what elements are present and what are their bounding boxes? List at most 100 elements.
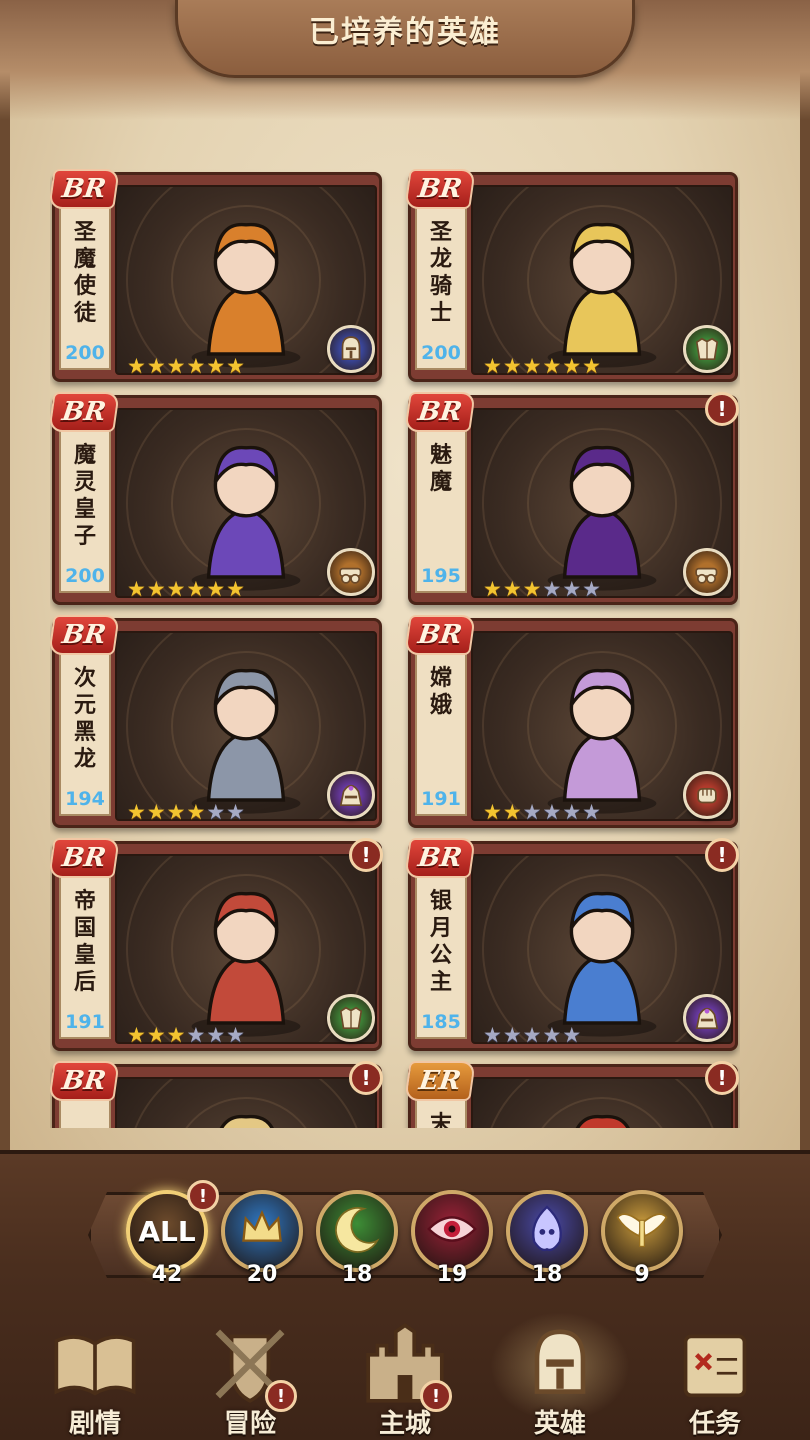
star-rating: ★ ★ ★ ★ ★ ★ [127,355,245,377]
star-filled-icon: ★ [127,354,146,378]
star-rating: ★ ★ ★ ★ ★ ★ [483,355,601,377]
filter-count: 20 [246,1262,278,1287]
hero-portrait [115,1077,377,1128]
hero-name: 末 [429,1111,452,1128]
hero-name: 银 月 公 主 [429,888,452,995]
nav-label: 任务 [688,1409,741,1439]
quest-scroll-icon [665,1318,765,1410]
hero-name-strip: 魔 灵 皇 子 200 [59,428,111,593]
eye-icon [423,1200,481,1262]
nav-book[interactable]: 剧情 [30,1318,160,1440]
filter-angel-wings-button[interactable] [601,1190,683,1272]
rarity-badge: BR [50,838,120,878]
rarity-badge: BR [404,169,476,209]
hero-grid[interactable]: 圣 魔 使 徒 200 BR ★ ★ ★ ★ ★ ★ 圣 龙 骑 士 200 BR ★ ★ ★ ★ ★ ★ 魔 灵 … [50,160,740,1128]
class-mage-helmet-icon [683,994,731,1042]
nav-label: 主城 [378,1409,431,1439]
filter-moon-button[interactable] [316,1190,398,1272]
star-empty-icon: ★ [206,1023,226,1047]
filter-count: 19 [436,1262,468,1287]
filter-eye-button[interactable] [411,1190,493,1272]
nav-quest-scroll[interactable]: 任务 [650,1318,780,1440]
star-filled-icon: ★ [166,800,186,824]
star-empty-icon: ★ [226,800,245,824]
star-filled-icon: ★ [502,354,522,378]
rarity-badge: BR [50,392,120,432]
star-filled-icon: ★ [206,577,226,601]
star-empty-icon: ★ [582,800,601,824]
hero-card[interactable]: 魅 魔 195 BR ★ ★ ★ ★ ★ ★! [404,392,739,605]
nav-knight-helmet[interactable]: 英雄 [490,1312,630,1440]
filter-count: 9 [634,1262,650,1287]
alert-badge-icon: ! [705,838,739,872]
hero-name: 帝 国 皇 后 [73,888,96,995]
star-empty-icon: ★ [186,1023,206,1047]
hero-card[interactable]: BR! [50,1061,383,1128]
star-filled-icon: ★ [146,800,166,824]
filter-count: 42 [151,1262,183,1287]
rarity-badge: BR [50,1061,120,1101]
star-filled-icon: ★ [146,354,166,378]
hero-card[interactable]: 魔 灵 皇 子 200 BR ★ ★ ★ ★ ★ ★ [50,392,382,605]
star-filled-icon: ★ [127,1023,146,1047]
class-mage-helmet-icon [327,771,375,819]
star-filled-icon: ★ [483,354,502,378]
star-rating: ★ ★ ★ ★ ★ [483,1024,581,1046]
star-filled-icon: ★ [146,577,166,601]
star-filled-icon: ★ [166,577,186,601]
star-filled-icon: ★ [483,800,502,824]
hero-name: 次 元 黑 龙 [73,665,96,772]
hero-art [517,1093,687,1128]
star-filled-icon: ★ [206,354,226,378]
star-empty-icon: ★ [542,1023,562,1047]
rarity-badge: BR [50,615,120,655]
hero-name-strip: 次 元 黑 龙 194 [59,651,111,816]
hero-card[interactable]: 次 元 黑 龙 194 BR ★ ★ ★ ★ ★ ★ [50,615,382,828]
star-filled-icon: ★ [226,354,245,378]
alert-badge-icon: ! [265,1380,297,1412]
alert-badge-icon: ! [705,1061,739,1095]
hero-name-strip: 圣 魔 使 徒 200 [59,205,111,370]
hero-art [161,1093,331,1128]
hero-art [161,647,331,817]
star-empty-icon: ★ [522,800,542,824]
star-empty-icon: ★ [542,800,562,824]
star-empty-icon: ★ [562,800,582,824]
star-filled-icon: ★ [166,1023,186,1047]
nav-swords-shield[interactable]: 冒险! [185,1318,315,1440]
hero-card[interactable]: 帝 国 皇 后 191 BR ★ ★ ★ ★ ★ ★! [50,838,383,1051]
star-filled-icon: ★ [522,577,542,601]
star-empty-icon: ★ [206,800,226,824]
hero-card[interactable]: 嫦 娥 191 BR ★ ★ ★ ★ ★ ★ [404,615,738,828]
nav-castle[interactable]: 主城! [340,1318,470,1440]
hero-card[interactable]: 银 月 公 主 185 BR ★ ★ ★ ★ ★! [404,838,739,1051]
star-rating: ★ ★ ★ ★ ★ ★ [127,578,245,600]
filter-crown-button[interactable] [221,1190,303,1272]
alert-badge-icon: ! [187,1180,219,1212]
hero-card[interactable]: 圣 龙 骑 士 200 BR ★ ★ ★ ★ ★ ★ [404,169,738,382]
star-empty-icon: ★ [562,1023,582,1047]
star-filled-icon: ★ [562,354,582,378]
hero-level: 191 [421,788,461,810]
star-empty-icon: ★ [483,1023,502,1047]
star-filled-icon: ★ [186,354,206,378]
rarity-badge: BR [404,838,476,878]
filter-ghost-flame-button[interactable] [506,1190,588,1272]
class-knight-helmet-icon [327,325,375,373]
star-filled-icon: ★ [127,577,146,601]
alert-badge-icon: ! [349,838,383,872]
star-filled-icon: ★ [127,800,146,824]
rarity-badge: BR [404,615,476,655]
star-filled-icon: ★ [186,800,206,824]
star-filled-icon: ★ [226,577,245,601]
hero-name-strip: 魅 魔 195 [415,428,467,593]
hero-art [517,870,687,1040]
hero-card[interactable]: 圣 魔 使 徒 200 BR ★ ★ ★ ★ ★ ★ [50,169,382,382]
rarity-badge: BR [50,169,120,209]
rarity-badge: BR [404,392,476,432]
hero-level: 200 [65,565,105,587]
hero-card[interactable]: 末 ER! [404,1061,739,1128]
rarity-badge: ER [404,1061,476,1101]
star-empty-icon: ★ [502,1023,522,1047]
star-filled-icon: ★ [522,354,542,378]
